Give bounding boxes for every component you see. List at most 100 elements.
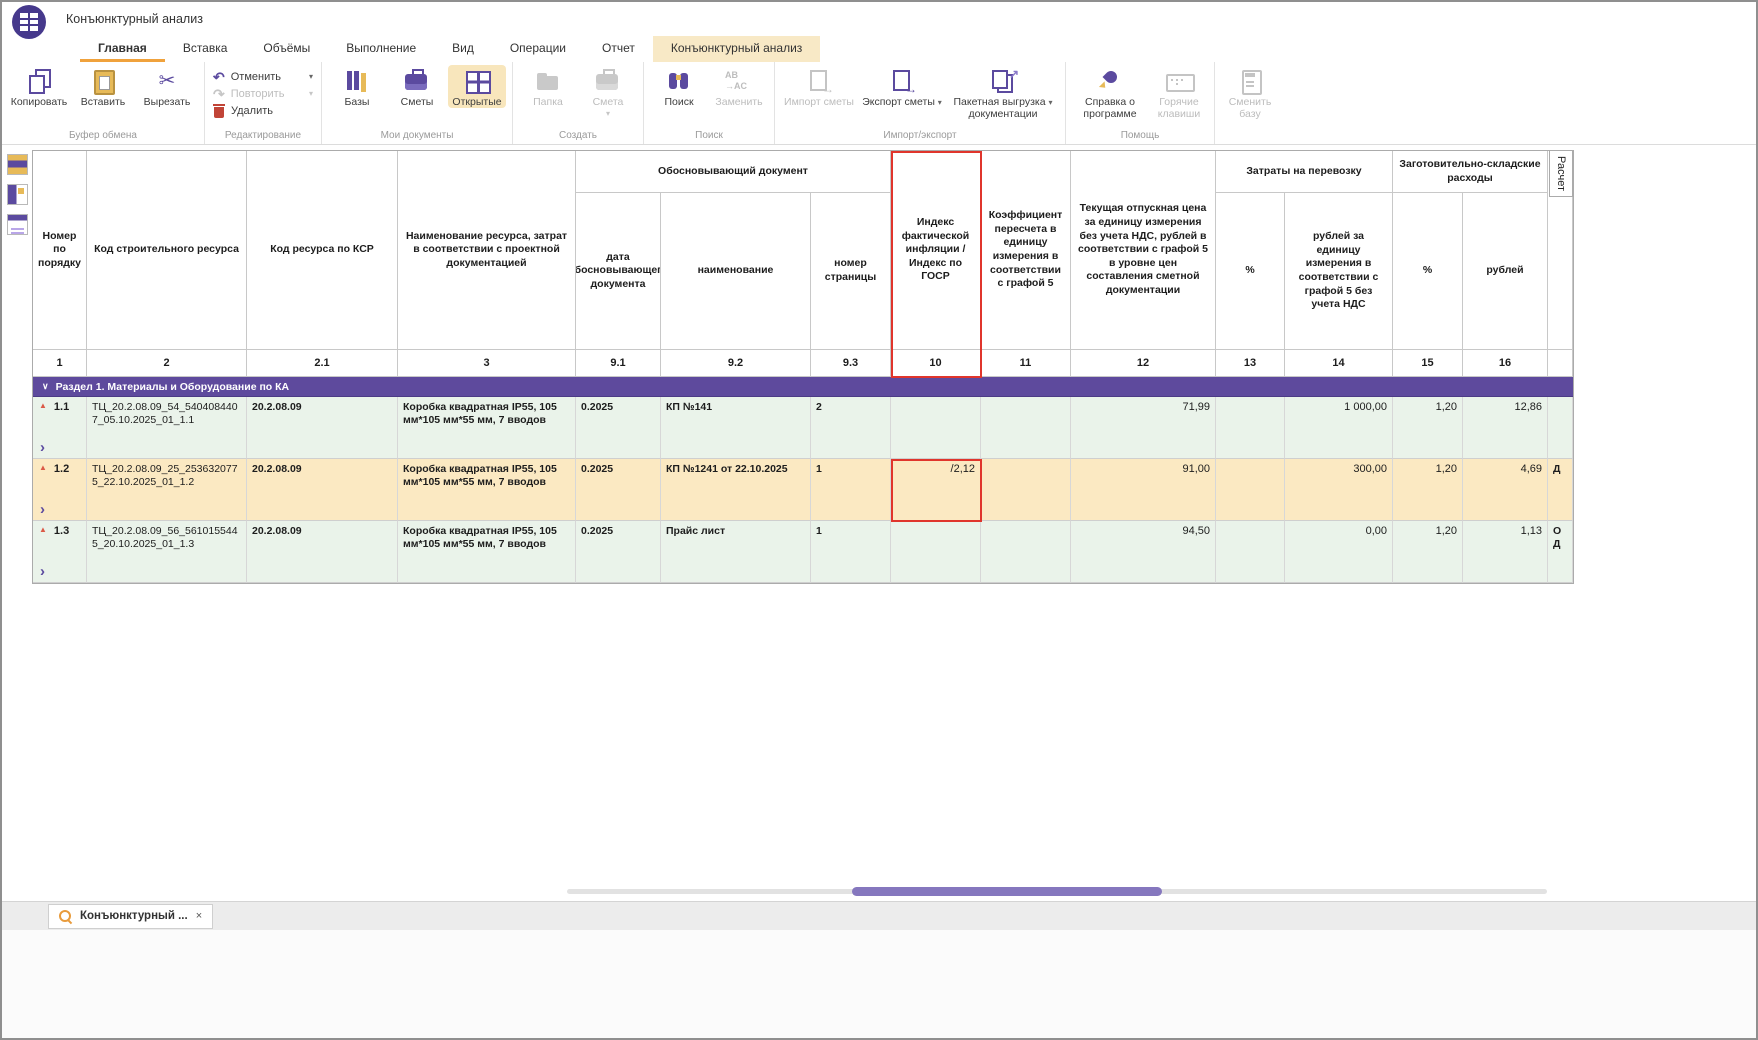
cell-conversion[interactable] bbox=[981, 397, 1071, 459]
table-row-1-3[interactable]: ▲ 1.3 › ТЦ_20.2.08.09_56_5610155445_20.1… bbox=[33, 521, 1573, 583]
cell-conversion[interactable] bbox=[981, 521, 1071, 583]
cell-inflation-index[interactable] bbox=[891, 397, 981, 459]
warning-icon: ▲ bbox=[39, 525, 47, 535]
cell-doc-page[interactable]: 1 bbox=[811, 521, 891, 583]
cell-name[interactable]: Коробка квадратная IP55, 105 мм*105 мм*5… bbox=[398, 521, 576, 583]
cell-transport-pct[interactable] bbox=[1216, 397, 1285, 459]
menu-tab-operacii[interactable]: Операции bbox=[492, 36, 584, 62]
cell-resource-code[interactable]: ТЦ_20.2.08.09_25_2536320775_22.10.2025_0… bbox=[87, 459, 247, 521]
cell-ksr-code[interactable]: 20.2.08.09 bbox=[247, 397, 398, 459]
import-estimate-button[interactable]: → Импорт сметы bbox=[781, 65, 857, 108]
cell-clipped[interactable] bbox=[1548, 397, 1573, 459]
rail-grid-view-icon[interactable] bbox=[7, 214, 28, 235]
cell-current-price[interactable]: 71,99 bbox=[1071, 397, 1216, 459]
cell-current-price[interactable]: 91,00 bbox=[1071, 459, 1216, 521]
row-expand-chevron-icon[interactable]: › bbox=[36, 504, 83, 516]
cell-doc-date[interactable]: 0.2025 bbox=[576, 459, 661, 521]
change-base-button[interactable]: Сменить базу bbox=[1221, 65, 1279, 120]
cell-clipped[interactable]: Д bbox=[1548, 459, 1573, 521]
hotkeys-button[interactable]: Горячие клавиши bbox=[1150, 65, 1208, 120]
col-number: 3 bbox=[398, 350, 576, 377]
batch-export-button[interactable]: ↗ Пакетная выгрузка ▾ документации bbox=[947, 65, 1059, 120]
row-number-cell[interactable]: ▲ 1.2 › bbox=[33, 459, 87, 521]
col-header-warehouse-rub: рублей bbox=[1463, 193, 1548, 350]
menu-tab-glavnaya[interactable]: Главная bbox=[80, 36, 165, 62]
document-tab-konyunkturny[interactable]: Конъюнктурный ... × bbox=[48, 904, 213, 929]
about-button[interactable]: Справка о программе bbox=[1072, 65, 1148, 120]
cell-ksr-code[interactable]: 20.2.08.09 bbox=[247, 459, 398, 521]
estimates-button[interactable]: Сметы bbox=[388, 65, 446, 108]
cell-transport-rub[interactable]: 1 000,00 bbox=[1285, 397, 1393, 459]
cell-name[interactable]: Коробка квадратная IP55, 105 мм*105 мм*5… bbox=[398, 397, 576, 459]
table-row-1-2[interactable]: ▲ 1.2 › ТЦ_20.2.08.09_25_2536320775_22.1… bbox=[33, 459, 1573, 521]
cell-warehouse-pct[interactable]: 1,20 bbox=[1393, 459, 1463, 521]
redo-dropdown-caret-icon[interactable]: ▾ bbox=[309, 90, 313, 98]
search-button[interactable]: Поиск bbox=[650, 65, 708, 108]
cell-doc-name[interactable]: КП №1241 от 22.10.2025 bbox=[661, 459, 811, 521]
cell-transport-rub[interactable]: 300,00 bbox=[1285, 459, 1393, 521]
cell-doc-name[interactable]: КП №141 bbox=[661, 397, 811, 459]
side-panel-tab-label: Расчет bbox=[1555, 156, 1567, 191]
section-row[interactable]: ∨ Раздел 1. Материалы и Оборудование по … bbox=[33, 377, 1573, 397]
export-dropdown-caret-icon[interactable]: ▾ bbox=[938, 98, 942, 107]
col-header-transport-rub: рублей за единицу измерения в соответств… bbox=[1285, 193, 1393, 350]
replace-button[interactable]: AB→AC Заменить bbox=[710, 65, 768, 108]
table-row-1-1[interactable]: ▲ 1.1 › ТЦ_20.2.08.09_54_5404084407_05.1… bbox=[33, 397, 1573, 459]
cell-transport-pct[interactable] bbox=[1216, 459, 1285, 521]
menu-tab-vstavka[interactable]: Вставка bbox=[165, 36, 246, 62]
cell-doc-date[interactable]: 0.2025 bbox=[576, 397, 661, 459]
row-number-cell[interactable]: ▲ 1.1 › bbox=[33, 397, 87, 459]
close-tab-icon[interactable]: × bbox=[196, 910, 202, 922]
cut-button[interactable]: ✂ Вырезать bbox=[136, 65, 198, 108]
new-estimate-button[interactable]: Смета ▾ bbox=[579, 65, 637, 118]
open-documents-button[interactable]: Открытые bbox=[448, 65, 506, 108]
export-estimate-button[interactable]: → Экспорт сметы ▾ bbox=[859, 65, 945, 108]
row-expand-chevron-icon[interactable]: › bbox=[36, 442, 83, 454]
cell-inflation-index[interactable] bbox=[891, 521, 981, 583]
cell-warehouse-pct[interactable]: 1,20 bbox=[1393, 397, 1463, 459]
cell-doc-page[interactable]: 2 bbox=[811, 397, 891, 459]
cell-transport-pct[interactable] bbox=[1216, 521, 1285, 583]
menu-tab-otchet[interactable]: Отчет bbox=[584, 36, 653, 62]
cell-warehouse-rub[interactable]: 12,86 bbox=[1463, 397, 1548, 459]
rail-split-view-icon[interactable] bbox=[7, 184, 28, 205]
undo-button[interactable]: ↶ Отменить ▾ bbox=[211, 69, 315, 85]
cell-warehouse-rub[interactable]: 4,69 bbox=[1463, 459, 1548, 521]
side-panel-tab-raschet[interactable]: Расчет bbox=[1549, 150, 1573, 197]
col-header-resource-code: Код строительного ресурса bbox=[87, 151, 247, 350]
cell-doc-name[interactable]: Прайс лист bbox=[661, 521, 811, 583]
horizontal-scrollbar-thumb[interactable] bbox=[852, 887, 1162, 896]
redo-button[interactable]: ↷ Повторить ▾ bbox=[211, 86, 315, 102]
cell-warehouse-rub[interactable]: 1,13 bbox=[1463, 521, 1548, 583]
cell-doc-date[interactable]: 0.2025 bbox=[576, 521, 661, 583]
delete-button[interactable]: Удалить bbox=[211, 103, 315, 119]
cell-clipped[interactable]: О Д bbox=[1548, 521, 1573, 583]
rail-table-rows-icon[interactable] bbox=[7, 154, 28, 175]
cell-inflation-index[interactable]: /2,12 bbox=[891, 459, 981, 521]
menu-tab-obyomy[interactable]: Объёмы bbox=[245, 36, 328, 62]
cell-resource-code[interactable]: ТЦ_20.2.08.09_56_5610155445_20.10.2025_0… bbox=[87, 521, 247, 583]
new-estimate-dropdown-caret-icon[interactable]: ▾ bbox=[606, 110, 610, 118]
paste-button[interactable]: Вставить bbox=[72, 65, 134, 108]
menu-tab-vid[interactable]: Вид bbox=[434, 36, 492, 62]
cell-name[interactable]: Коробка квадратная IP55, 105 мм*105 мм*5… bbox=[398, 459, 576, 521]
cell-current-price[interactable]: 94,50 bbox=[1071, 521, 1216, 583]
cell-warehouse-pct[interactable]: 1,20 bbox=[1393, 521, 1463, 583]
cell-transport-rub[interactable]: 0,00 bbox=[1285, 521, 1393, 583]
cell-ksr-code[interactable]: 20.2.08.09 bbox=[247, 521, 398, 583]
row-expand-chevron-icon[interactable]: › bbox=[36, 566, 83, 578]
batch-dropdown-caret-icon[interactable]: ▾ bbox=[1048, 98, 1052, 107]
folder-icon bbox=[534, 68, 562, 94]
bases-button[interactable]: Базы bbox=[328, 65, 386, 108]
copy-button[interactable]: Копировать bbox=[8, 65, 70, 108]
row-number-cell[interactable]: ▲ 1.3 › bbox=[33, 521, 87, 583]
ribbon-group-my-documents: Базы Сметы Открытые Мои документы bbox=[322, 62, 513, 144]
cell-doc-page[interactable]: 1 bbox=[811, 459, 891, 521]
new-folder-button[interactable]: Папка bbox=[519, 65, 577, 108]
section-collapse-chevron-icon[interactable]: ∨ bbox=[42, 381, 49, 392]
menu-tab-vypolnenie[interactable]: Выполнение bbox=[328, 36, 434, 62]
cell-resource-code[interactable]: ТЦ_20.2.08.09_54_5404084407_05.10.2025_0… bbox=[87, 397, 247, 459]
cell-conversion[interactable] bbox=[981, 459, 1071, 521]
menu-tab-konyunkturny-analiz[interactable]: Конъюнктурный анализ bbox=[653, 36, 820, 62]
undo-dropdown-caret-icon[interactable]: ▾ bbox=[309, 73, 313, 81]
